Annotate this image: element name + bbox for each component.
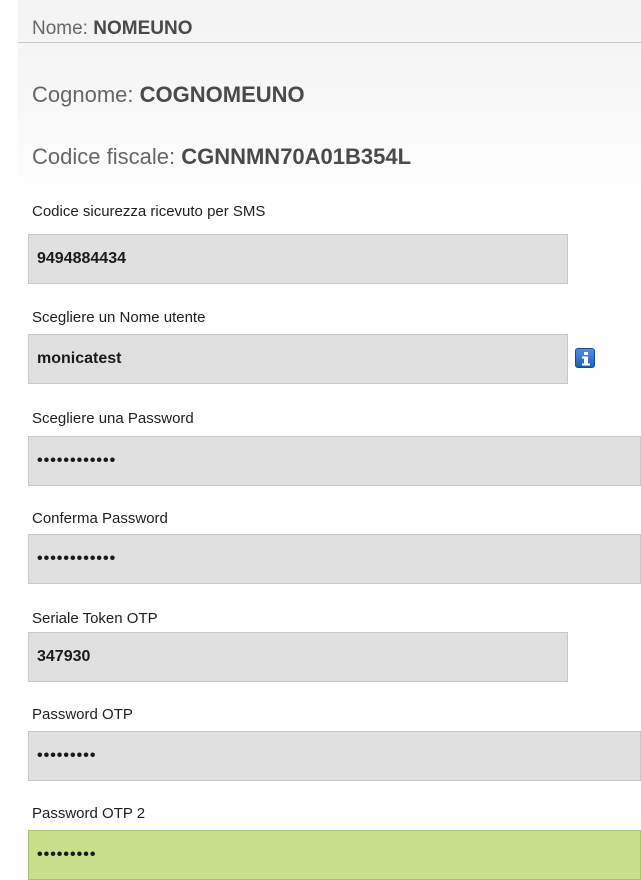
info-icon[interactable]	[575, 348, 595, 368]
cognome-value: COGNOMEUNO	[139, 82, 305, 107]
otp-password-input[interactable]	[28, 731, 641, 781]
password-label: Scegliere una Password	[32, 410, 194, 427]
codice-fiscale-value: CGNNMN70A01B354L	[181, 144, 412, 169]
confirm-password-label: Conferma Password	[32, 510, 168, 527]
info-icon-glyph	[582, 352, 590, 366]
header-divider	[18, 42, 641, 43]
sms-code-input[interactable]	[28, 234, 568, 284]
sms-code-label: Codice sicurezza ricevuto per SMS	[32, 203, 266, 220]
codice-fiscale-label: Codice fiscale:	[32, 144, 176, 169]
otp-password-2-input[interactable]	[28, 830, 641, 880]
cognome-row: Cognome: COGNOMEUNO	[32, 82, 305, 108]
otp-serial-input[interactable]	[28, 632, 568, 682]
username-label: Scegliere un Nome utente	[32, 309, 206, 326]
confirm-password-input[interactable]	[28, 534, 641, 584]
nome-label: Nome:	[32, 18, 88, 39]
cognome-label: Cognome:	[32, 82, 134, 107]
otp-password-2-label: Password OTP 2	[32, 805, 146, 822]
codice-fiscale-row: Codice fiscale: CGNNMN70A01B354L	[32, 144, 411, 170]
otp-password-label: Password OTP	[32, 706, 133, 723]
nome-value: NOMEUNO	[93, 18, 193, 39]
password-input[interactable]	[28, 436, 641, 486]
otp-serial-label: Seriale Token OTP	[32, 610, 158, 627]
nome-row: Nome: NOMEUNO	[32, 18, 192, 40]
username-input[interactable]	[28, 334, 568, 384]
